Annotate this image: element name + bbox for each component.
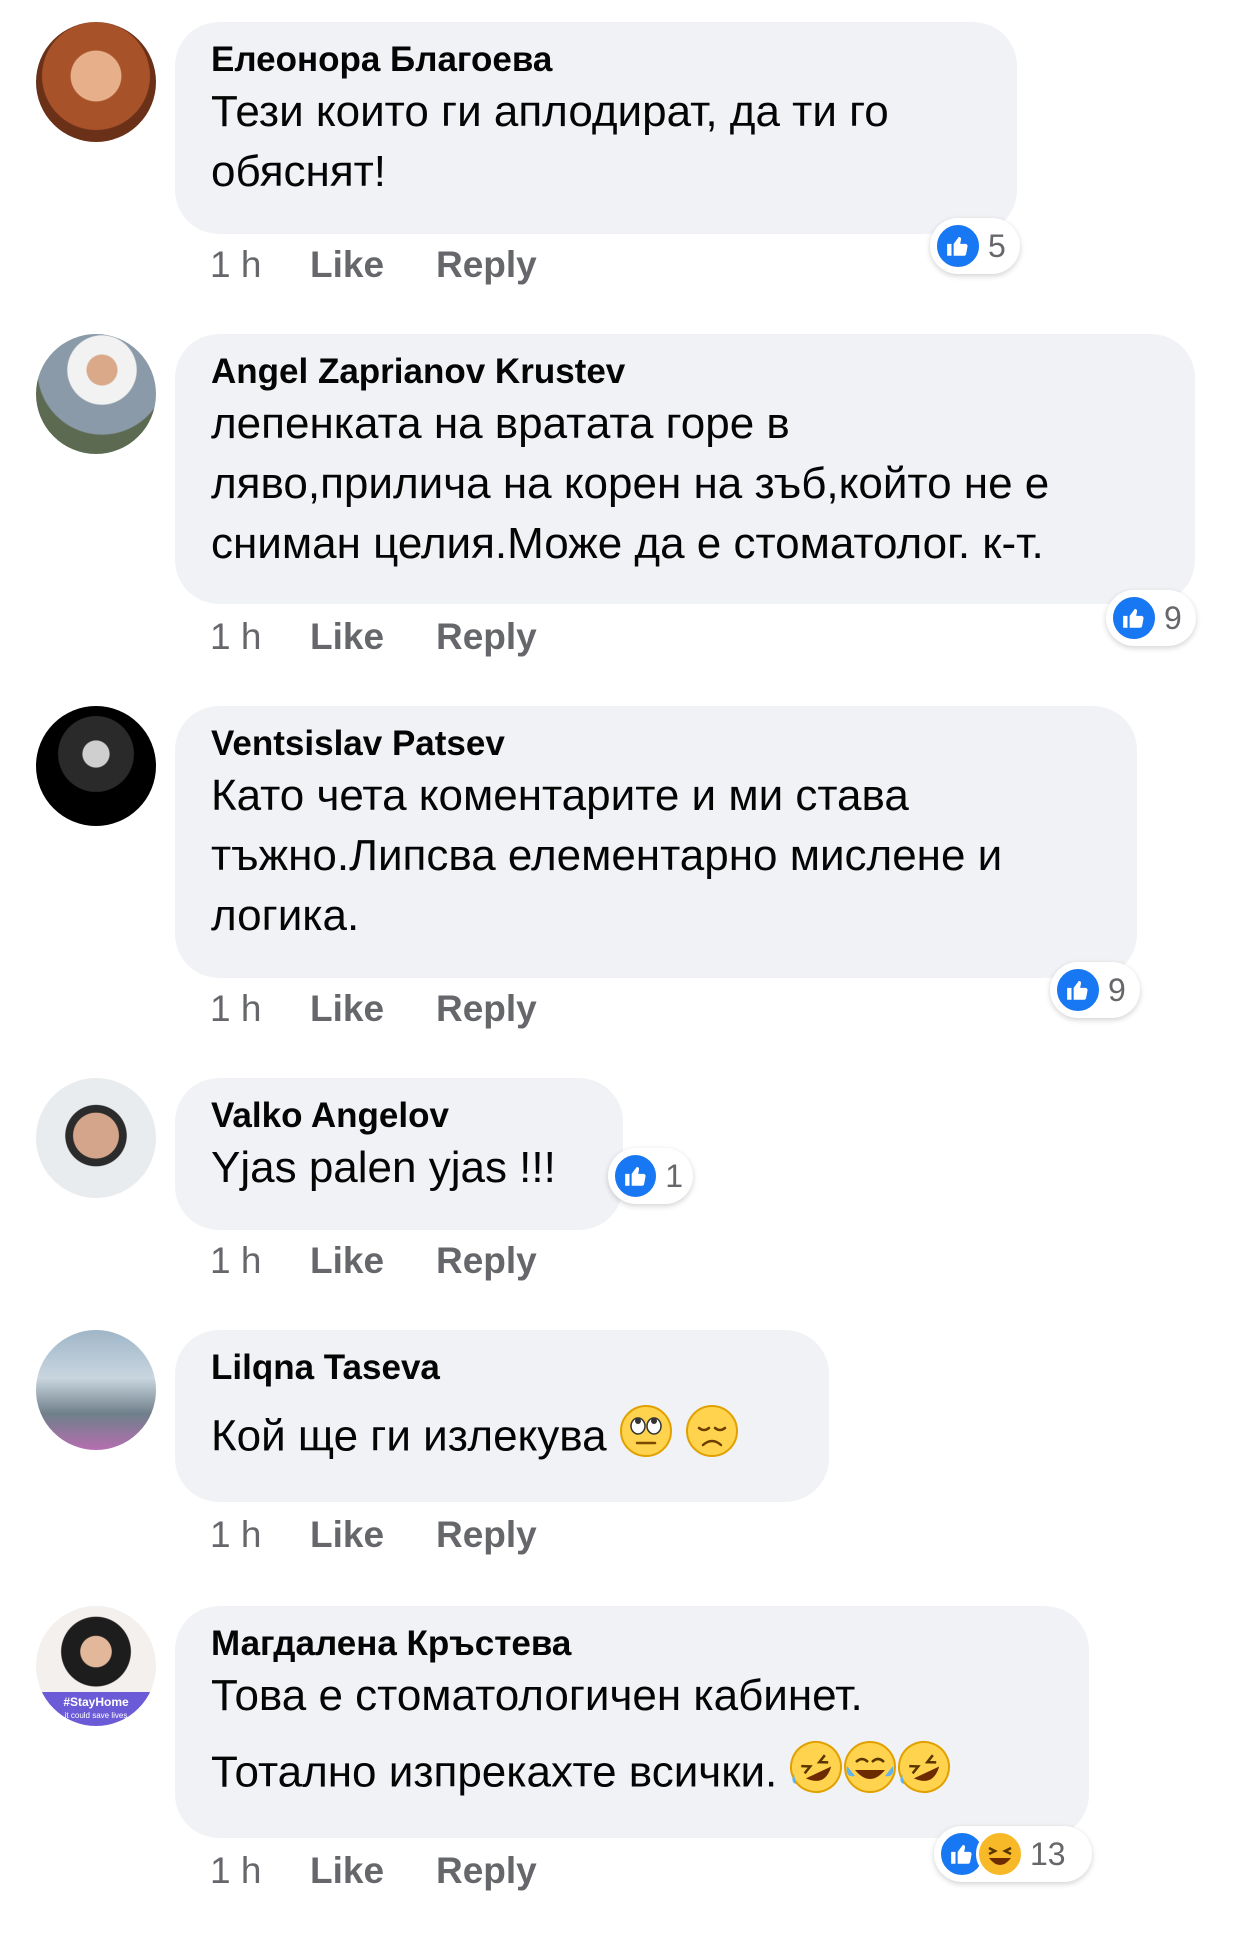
stayhome-badge: #StayHome it could save lives [36,1692,156,1726]
reaction-count: 1 [665,1157,683,1194]
rofl-emoji [789,1740,843,1810]
comment-actions: 1 h Like Reply [210,1510,537,1560]
comment-bubble[interactable]: Ventsislav Patsev Като чета коментарите … [175,706,1137,978]
reaction-summary[interactable]: 9 [1050,962,1140,1018]
comment-actions: 1 h Like Reply [210,1236,537,1286]
reaction-count: 9 [1164,599,1182,636]
comment-author[interactable]: Магдалена Кръстева [211,1622,1053,1666]
eye-roll-emoji [619,1404,673,1474]
avatar[interactable] [36,1330,156,1450]
avatar[interactable] [36,1078,156,1198]
reaction-count: 9 [1108,971,1126,1008]
comment-text: Това е стоматологичен кабинет. Тотално и… [211,1666,1053,1810]
like-button[interactable]: Like [310,1846,436,1896]
haha-reaction-icon [976,1830,1024,1878]
avatar[interactable]: #StayHome it could save lives [36,1606,156,1726]
like-button[interactable]: Like [310,612,436,662]
reaction-summary[interactable]: 13 [934,1826,1092,1882]
comment-actions: 1 h Like Reply [210,612,537,662]
comment-time[interactable]: 1 h [210,240,310,290]
comment-bubble[interactable]: Angel Zaprianov Krustev лепенката на вра… [175,334,1195,604]
comment-time[interactable]: 1 h [210,1236,310,1286]
like-reaction-icon [612,1152,660,1200]
comment-bubble[interactable]: Lilqna Taseva Кой ще ги излекува [175,1330,829,1502]
comment-bubble[interactable]: Магдалена Кръстева Това е стоматологичен… [175,1606,1089,1838]
like-button[interactable]: Like [310,240,436,290]
reply-button[interactable]: Reply [436,612,537,662]
reply-button[interactable]: Reply [436,1236,537,1286]
like-reaction-icon [1054,966,1102,1014]
comment-time[interactable]: 1 h [210,984,310,1034]
comment-author[interactable]: Lilqna Taseva [211,1346,793,1390]
avatar[interactable] [36,334,156,454]
reaction-summary[interactable]: 1 [608,1148,693,1204]
comment-actions: 1 h Like Reply [210,240,537,290]
comment-time[interactable]: 1 h [210,1510,310,1560]
comment-text: Като чета коментарите и ми става тъжно.Л… [211,771,1003,940]
comment-text: Тези които ги аплодират, да ти го обясня… [211,87,889,196]
rofl-emoji [897,1740,951,1810]
avatar[interactable] [36,706,156,826]
reaction-count: 5 [988,227,1006,264]
reaction-summary[interactable]: 5 [930,218,1020,274]
comment-time[interactable]: 1 h [210,1846,310,1896]
comment-author[interactable]: Angel Zaprianov Krustev [211,350,1159,394]
crying-laughing-emoji [843,1740,897,1810]
reply-button[interactable]: Reply [436,1846,537,1896]
reaction-summary[interactable]: 9 [1106,590,1196,646]
like-reaction-icon [1110,594,1158,642]
disappointed-emoji [685,1404,739,1474]
comment-text: Кой ще ги излекува [211,1404,793,1474]
comment-time[interactable]: 1 h [210,612,310,662]
comment-author[interactable]: Елеонора Благоева [211,38,981,82]
like-button[interactable]: Like [310,984,436,1034]
reply-button[interactable]: Reply [436,984,537,1034]
reply-button[interactable]: Reply [436,1510,537,1560]
like-button[interactable]: Like [310,1510,436,1560]
like-button[interactable]: Like [310,1236,436,1286]
comment-bubble[interactable]: Valko Angelov Yjas palen yjas !!! [175,1078,623,1230]
comment-author[interactable]: Ventsislav Patsev [211,722,1101,766]
avatar[interactable] [36,22,156,142]
like-reaction-icon [934,222,982,270]
comment-actions: 1 h Like Reply [210,984,537,1034]
comment-text: лепенката на вратата горе в ляво,прилича… [211,399,1050,568]
comment-bubble[interactable]: Елеонора Благоева Тези които ги аплодира… [175,22,1017,234]
comment-text: Yjas palen yjas !!! [211,1143,556,1192]
reaction-count: 13 [1030,1835,1066,1872]
comment-author[interactable]: Valko Angelov [211,1094,587,1138]
comment-actions: 1 h Like Reply [210,1846,537,1896]
reply-button[interactable]: Reply [436,240,537,290]
